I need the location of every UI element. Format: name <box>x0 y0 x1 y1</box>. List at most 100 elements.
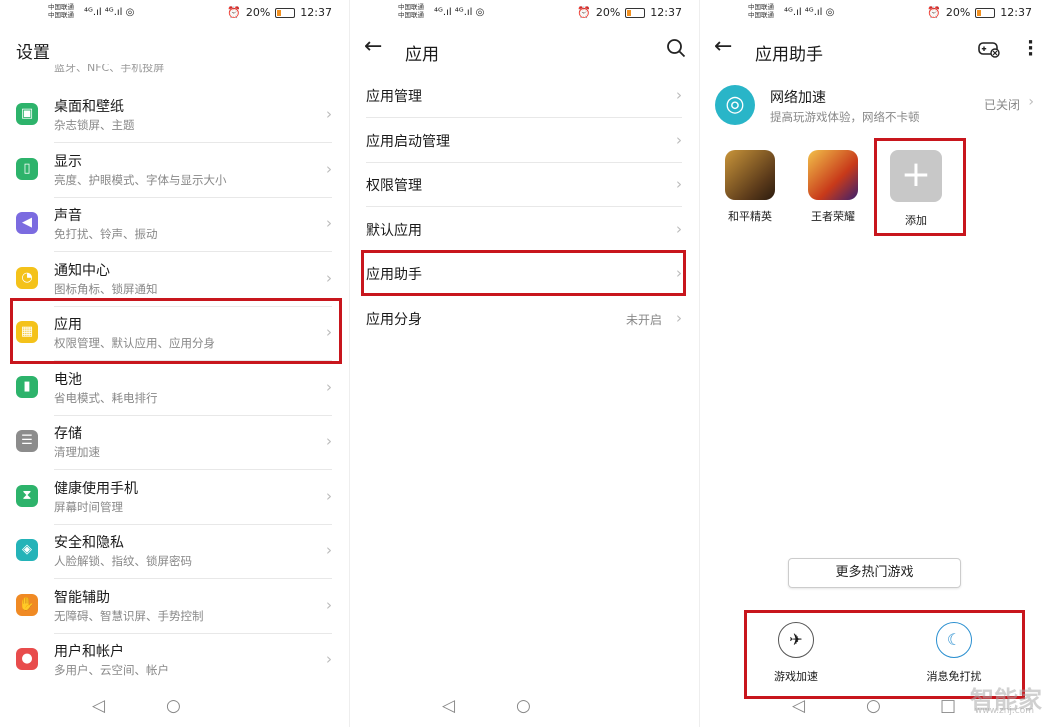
settings-row-title: 声音 <box>54 208 82 224</box>
signal-icon: ⁴ᴳ.ıl ⁴ᴳ.ıl ◎ <box>784 7 835 18</box>
top-bar: ← 应用 <box>350 32 700 68</box>
apps-row[interactable]: 默认应用 › <box>350 208 700 252</box>
settings-row[interactable]: ▣ 桌面和壁纸 杂志锁屏、主题 › <box>0 89 350 143</box>
chevron-right-icon: › <box>326 595 332 614</box>
settings-row-subtitle: 免打扰、铃声、振动 <box>54 227 158 241</box>
alarm-icon: ⏰ <box>927 6 941 19</box>
clock: 12:37 <box>650 6 682 19</box>
apps-row[interactable]: 应用启动管理 › <box>350 119 700 163</box>
back-nav-icon[interactable]: ◁ <box>92 696 105 716</box>
settings-row-title: 显示 <box>54 153 82 170</box>
settings-row-subtitle: 屏幕时间管理 <box>54 499 123 514</box>
settings-row[interactable]: ◈ 安全和隐私人脸解锁、指纹、锁屏密码 › <box>0 525 350 579</box>
highlight-box <box>10 298 342 364</box>
settings-row-title: 用户和帐户 <box>54 644 124 660</box>
chevron-right-icon: › <box>676 86 682 104</box>
game-label: 和平精英 <box>728 210 772 223</box>
apps-row-value: 未开启 <box>625 313 662 327</box>
network-boost-subtitle: 提高玩游戏体验，网络不卡顿 <box>770 110 920 124</box>
settings-row-title: 电池 <box>54 371 82 388</box>
settings-row-subtitle: 无障碍、智慧识屏、手势控制 <box>54 608 204 623</box>
chevron-right-icon: › <box>326 159 332 178</box>
signal-icon: ⁴ᴳ.ıl ⁴ᴳ.ıl ◎ <box>434 7 485 18</box>
gamepad-icon[interactable] <box>978 40 1000 63</box>
settings-row[interactable]: ▮ 电池省电模式、耗电排行 › <box>0 362 350 416</box>
settings-row-subtitle: 清理加速 <box>54 445 100 459</box>
battery-icon: ▮ <box>16 375 38 398</box>
status-bar: 中国联通 中国联通 ⁴ᴳ.ıl ⁴ᴳ.ıl ◎ ⏰ 20% 12:37 <box>700 0 1050 28</box>
storage-icon: ☰ <box>16 430 38 452</box>
settings-row-subtitle: 图标角标、锁屏通知 <box>54 281 158 296</box>
shield-icon: ◈ <box>16 539 38 561</box>
game-item[interactable]: 和平精英 <box>720 150 780 224</box>
home-nav-icon[interactable]: ○ <box>516 696 531 716</box>
battery-icon <box>625 7 646 18</box>
sound-icon: ◀ <box>16 212 38 234</box>
battery-icon <box>275 7 296 18</box>
chevron-right-icon: › <box>326 268 332 287</box>
settings-row-title: 通知中心 <box>54 262 110 279</box>
battery-level: 20% <box>595 6 621 19</box>
settings-row[interactable]: ✋ 智能辅助 无障碍、智慧识屏、手势控制 › <box>0 580 350 634</box>
settings-row-title: 健康使用手机 <box>54 480 138 497</box>
back-arrow-icon[interactable]: ← <box>364 34 382 59</box>
chevron-right-icon: › <box>676 130 682 149</box>
display-icon: ▯ <box>16 157 38 180</box>
network-boost-status[interactable]: 已关闭 <box>984 96 1020 113</box>
settings-row-subtitle: 亮度、护眼模式、字体与显示大小 <box>54 172 227 187</box>
carrier-label: 中国联通 中国联通 <box>398 3 424 19</box>
game-item[interactable]: 王者荣耀 <box>803 150 863 224</box>
recents-nav-icon[interactable]: □ <box>940 696 956 716</box>
settings-row-subtitle: 多用户、云空间、帐户 <box>54 663 169 677</box>
back-nav-icon[interactable]: ◁ <box>442 696 455 716</box>
settings-row-title: 存储 <box>54 426 82 442</box>
settings-row[interactable]: ◀ 声音 免打扰、铃声、振动 › <box>0 198 350 252</box>
chevron-right-icon: › <box>326 650 332 668</box>
clock: 12:37 <box>1000 6 1032 19</box>
apps-row[interactable]: 权限管理 › <box>350 163 700 207</box>
apps-row[interactable]: 应用管理 › <box>350 74 700 118</box>
chevron-right-icon: › <box>326 541 332 559</box>
apps-row[interactable]: 应用分身 未开启 › <box>350 297 700 341</box>
search-icon[interactable] <box>666 38 686 63</box>
network-boost-title[interactable]: 网络加速 <box>770 87 826 107</box>
settings-row[interactable]: ⧗ 健康使用手机 屏幕时间管理 › <box>0 471 350 525</box>
apps-row-title: 应用启动管理 <box>366 133 450 150</box>
settings-row-subtitle: 杂志锁屏、主题 <box>54 118 135 132</box>
apps-panel: 中国联通 中国联通 ⁴ᴳ.ıl ⁴ᴳ.ıl ◎ ⏰ 20% 12:37 ← 应用 … <box>350 0 700 727</box>
globe-icon: ◎ <box>715 85 755 125</box>
watermark-url: www.znj.com <box>974 706 1034 716</box>
chevron-right-icon: › <box>326 486 332 505</box>
back-arrow-icon[interactable]: ← <box>714 34 732 59</box>
battery-level: 20% <box>245 6 271 19</box>
chevron-right-icon: › <box>676 219 682 238</box>
settings-row[interactable]: ▯ 显示亮度、护眼模式、字体与显示大小 › <box>0 144 350 198</box>
settings-row-subtitle: 人脸解锁、指纹、锁屏密码 <box>54 554 192 568</box>
more-games-button[interactable]: 更多热门游戏 <box>788 558 961 588</box>
page-title: 应用 <box>405 45 439 65</box>
settings-row-subtitle: 省电模式、耗电排行 <box>54 390 158 405</box>
partial-row: 蓝牙、NFC、手机投屏 <box>54 64 165 74</box>
home-nav-icon[interactable]: ○ <box>166 696 181 716</box>
hourglass-icon: ⧗ <box>16 484 38 507</box>
chevron-right-icon: › <box>326 432 332 450</box>
home-nav-icon[interactable]: ○ <box>866 696 881 716</box>
nav-bar: ◁ ○ <box>350 690 700 727</box>
battery-level: 20% <box>945 6 971 19</box>
signal-icon: ⁴ᴳ.ıl ⁴ᴳ.ıl ◎ <box>84 7 135 18</box>
carrier-label: 中国联通 中国联通 <box>48 3 74 19</box>
more-menu-icon[interactable]: · · · <box>1027 34 1034 64</box>
carrier-label: 中国联通 中国联通 <box>748 3 774 19</box>
settings-row-title: 安全和隐私 <box>54 535 124 551</box>
wallpaper-icon: ▣ <box>16 103 38 125</box>
apps-row-title: 权限管理 <box>366 178 422 195</box>
back-nav-icon[interactable]: ◁ <box>792 696 805 716</box>
top-bar: ← 应用助手 · · · <box>700 32 1050 68</box>
settings-row[interactable]: ● 用户和帐户 多用户、云空间、帐户 › <box>0 634 350 688</box>
highlight-box <box>361 250 686 296</box>
settings-row[interactable]: ☰ 存储清理加速 › <box>0 416 350 470</box>
settings-panel: 中国联通 中国联通 ⁴ᴳ.ıl ⁴ᴳ.ıl ◎ ⏰ 20% 12:37 设置 蓝牙… <box>0 0 350 727</box>
chevron-right-icon: › <box>676 309 682 327</box>
chevron-right-icon: › <box>326 377 332 396</box>
alarm-icon: ⏰ <box>227 6 241 19</box>
